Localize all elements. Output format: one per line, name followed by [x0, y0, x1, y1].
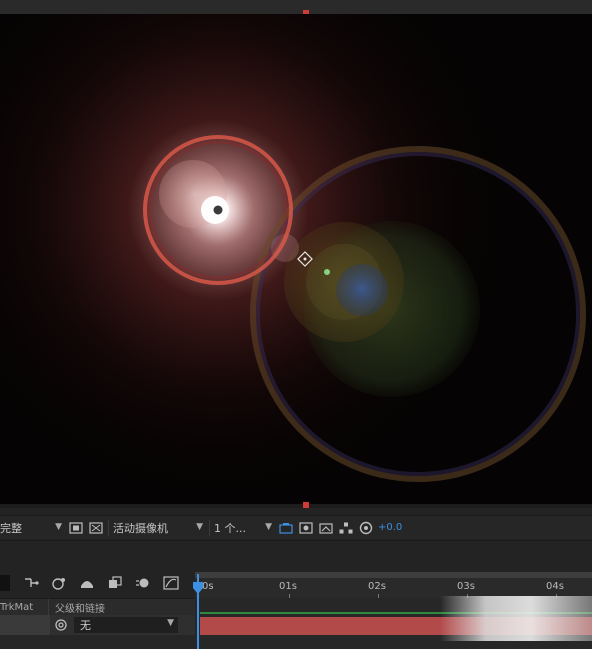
chevron-down-icon: ▼: [265, 521, 272, 532]
time-ruler[interactable]: 0s 01s 02s 03s 04s: [195, 572, 592, 598]
comp-bottom-anchor-handle[interactable]: [303, 502, 309, 508]
timeline-header-area: [0, 540, 592, 568]
layer-column-header: TrkMat 父级和链接: [0, 598, 195, 615]
resolution-dropdown[interactable]: 完整 ▼: [0, 520, 64, 536]
camera-view-dropdown[interactable]: 活动摄像机 ▼: [113, 520, 205, 536]
empty-layer-area: [0, 635, 195, 649]
viewer-top-bar: [0, 0, 592, 14]
chevron-down-icon: ▼: [55, 521, 62, 532]
exposure-value[interactable]: +0.0: [378, 522, 402, 533]
pickwhip-icon[interactable]: [52, 616, 70, 634]
lens-flare-composition[interactable]: [0, 14, 592, 504]
parent-link-column-label[interactable]: 父级和链接: [48, 599, 105, 615]
frame-blending-icon[interactable]: [106, 574, 124, 592]
layer-row[interactable]: 无 ▼: [0, 615, 195, 635]
toolbar-separator: [108, 519, 109, 536]
view-layout-dropdown[interactable]: 1 个... ▼: [214, 520, 274, 536]
toolbar-separator: [209, 519, 210, 536]
composition-viewer[interactable]: [0, 0, 592, 508]
draft-3d-icon[interactable]: [50, 574, 68, 592]
snapshot-icon[interactable]: [298, 520, 314, 536]
graph-editor-icon[interactable]: [162, 574, 180, 592]
resolution-value: 完整: [0, 521, 22, 535]
parent-dropdown[interactable]: 无 ▼: [74, 617, 178, 633]
ruler-label-02s: 02s: [368, 581, 386, 592]
parent-dropdown-value: 无: [80, 619, 91, 632]
lens-flare-render: [0, 14, 592, 504]
channel-icon[interactable]: [318, 520, 334, 536]
ruler-label-0s: 0s: [202, 581, 214, 592]
motion-blur-icon[interactable]: [134, 574, 152, 592]
chevron-down-icon: ▼: [196, 521, 203, 532]
watermark-overlay: [440, 596, 592, 641]
ruler-label-04s: 04s: [546, 581, 564, 592]
playhead-handle-icon[interactable]: [193, 582, 203, 594]
trkmat-column-label[interactable]: TrkMat: [0, 602, 48, 613]
timecode-field[interactable]: [0, 575, 10, 591]
comp-flowchart-icon[interactable]: [338, 520, 354, 536]
transparency-grid-icon[interactable]: [88, 520, 104, 536]
trkmat-cell[interactable]: [0, 615, 50, 635]
work-area-bar[interactable]: [195, 572, 592, 578]
ruler-label-01s: 01s: [279, 581, 297, 592]
color-management-icon[interactable]: [358, 520, 374, 536]
region-of-interest-icon[interactable]: [68, 520, 84, 536]
comp-mini-flowchart-icon[interactable]: [22, 574, 40, 592]
chevron-down-icon: ▼: [167, 618, 174, 628]
viewer-toolbar: 完整 ▼ 活动摄像机 ▼ 1 个... ▼ +0.0: [0, 515, 592, 539]
shy-layers-icon[interactable]: [78, 574, 96, 592]
camera-icon[interactable]: [278, 520, 294, 536]
ruler-label-03s: 03s: [457, 581, 475, 592]
view-layout-value: 1 个...: [214, 521, 246, 535]
camera-view-value: 活动摄像机: [113, 521, 168, 535]
timeline-switches-bar: [0, 568, 195, 598]
